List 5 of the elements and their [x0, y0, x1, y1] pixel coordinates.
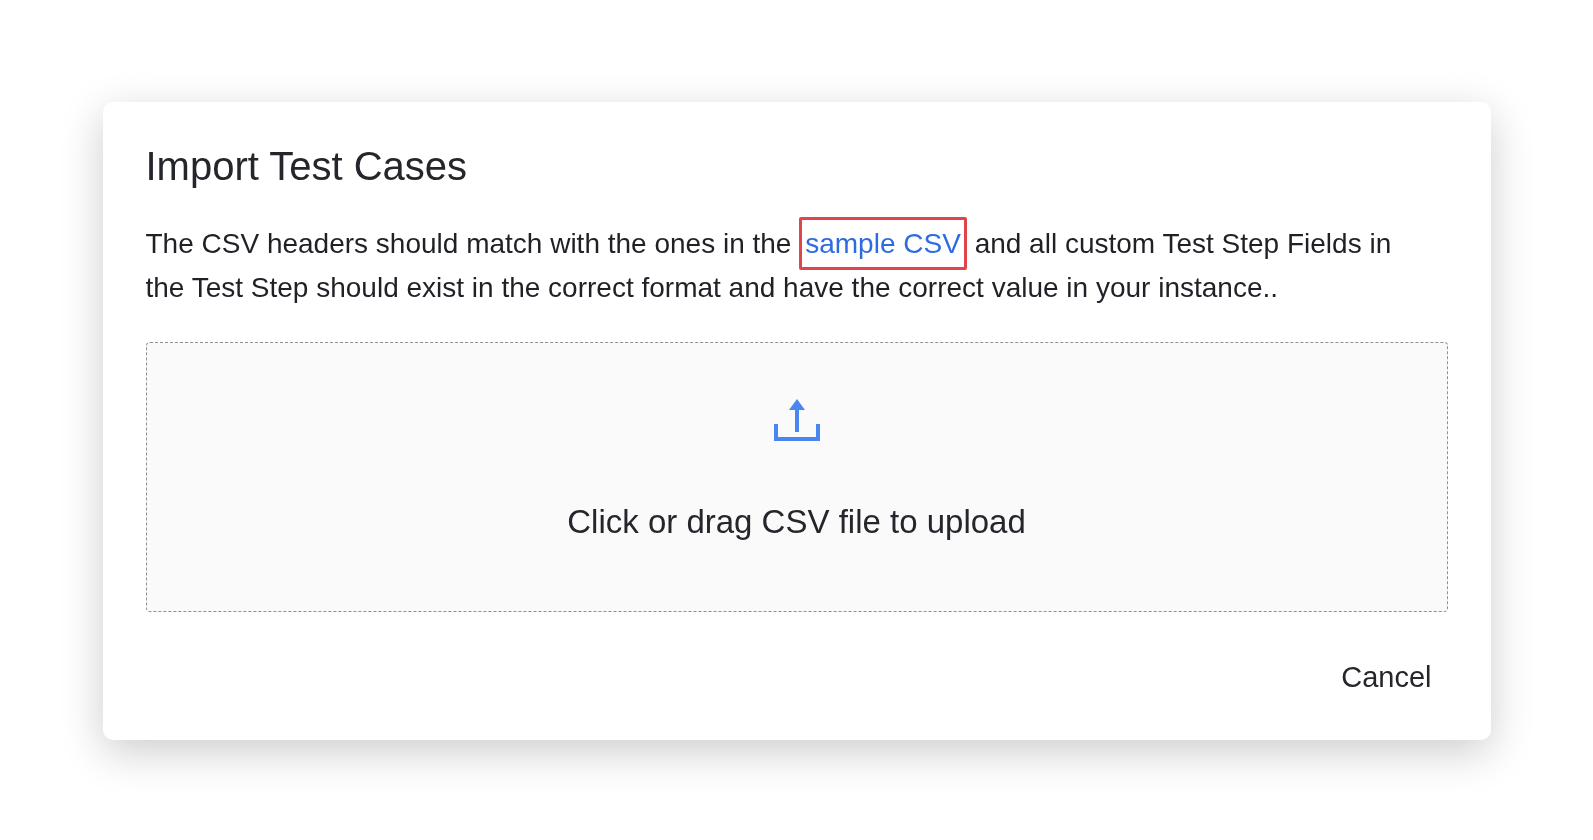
sample-csv-link[interactable]: sample CSV — [799, 217, 967, 270]
dialog-title: Import Test Cases — [145, 143, 468, 190]
upload-dropzone[interactable]: Click or drag CSV file to upload — [145, 342, 1448, 612]
upload-icon — [773, 398, 820, 442]
upload-label: Click or drag CSV file to upload — [567, 502, 1026, 542]
